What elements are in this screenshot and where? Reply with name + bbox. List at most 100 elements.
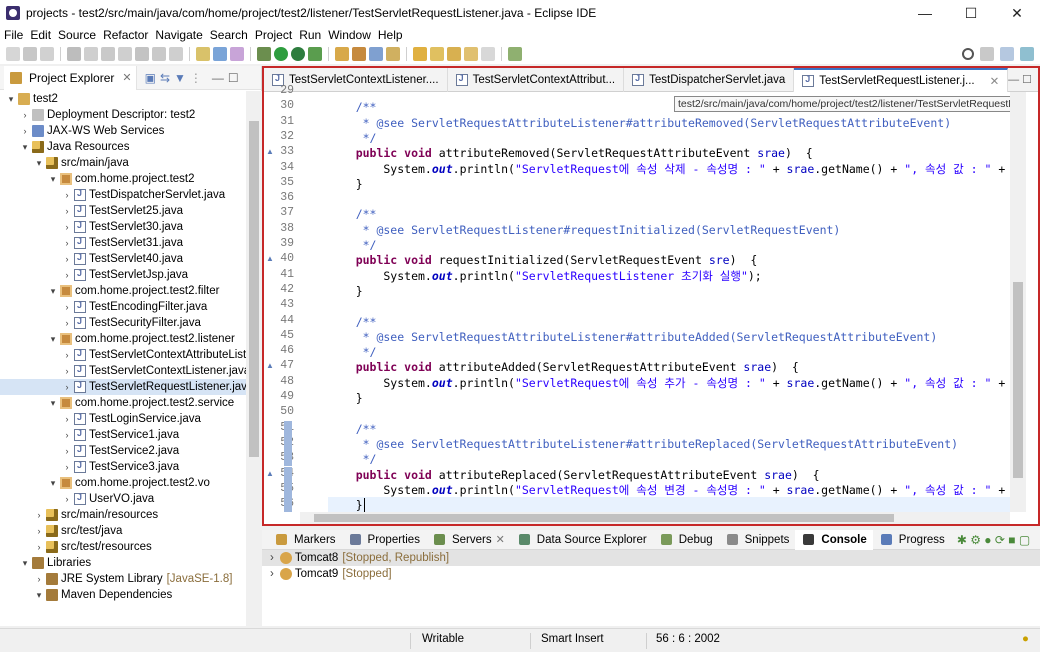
tab-markers[interactable]: Markers [268, 530, 342, 550]
view-menu-icon[interactable]: ⋮ [190, 71, 202, 85]
tree-item[interactable]: › TestServlet40.java [0, 251, 246, 267]
tree-item[interactable]: ▾ com.home.project.test2.filter [0, 283, 246, 299]
menu-project[interactable]: Project [255, 28, 292, 42]
tree-item[interactable]: ▾ test2 [0, 91, 246, 107]
tree-item[interactable]: › src/main/resources [0, 507, 246, 523]
tab-debug[interactable]: Debug [653, 530, 719, 550]
menu-run[interactable]: Run [299, 28, 321, 42]
search-icon[interactable] [962, 48, 974, 60]
tree-item[interactable]: › UserVO.java [0, 491, 246, 507]
twisty-icon[interactable]: › [34, 510, 44, 520]
twisty-icon[interactable]: › [34, 574, 44, 584]
twisty-icon[interactable]: › [20, 126, 30, 136]
twisty-icon[interactable]: › [62, 494, 72, 504]
menu-edit[interactable]: Edit [30, 28, 51, 42]
editor-horizontal-scroll-thumb[interactable] [314, 514, 894, 522]
new-java-project-icon[interactable] [335, 47, 349, 61]
twisty-icon[interactable]: ▾ [6, 94, 16, 105]
tree-item[interactable]: ▾ com.home.project.test2.listener [0, 331, 246, 347]
expand-icon[interactable]: › [270, 552, 274, 564]
close-icon[interactable]: ✕ [990, 74, 1000, 88]
menu-refactor[interactable]: Refactor [103, 28, 148, 42]
twisty-icon[interactable]: › [62, 382, 72, 392]
step-return-icon[interactable] [169, 47, 183, 61]
twisty-icon[interactable]: ▾ [48, 398, 58, 409]
tree-item[interactable]: › TestServletJsp.java [0, 267, 246, 283]
twisty-icon[interactable]: › [62, 430, 72, 440]
twisty-icon[interactable]: › [34, 526, 44, 536]
tree-item[interactable]: › TestServlet31.java [0, 235, 246, 251]
tree-item[interactable]: › TestService2.java [0, 443, 246, 459]
close-icon[interactable]: ✕ [122, 71, 131, 84]
twisty-icon[interactable]: › [62, 206, 72, 216]
skip-breakpoints-icon[interactable] [67, 47, 81, 61]
external-tools-icon[interactable] [308, 47, 322, 61]
tree-item[interactable]: › TestDispatcherServlet.java [0, 187, 246, 203]
twisty-icon[interactable]: ▾ [34, 590, 44, 601]
forward-icon[interactable] [481, 47, 495, 61]
tree-item[interactable]: › Deployment Descriptor: test2 [0, 107, 246, 123]
tab-progress[interactable]: Progress [873, 530, 951, 550]
menu-search[interactable]: Search [210, 28, 248, 42]
twisty-icon[interactable]: › [62, 302, 72, 312]
menu-help[interactable]: Help [378, 28, 403, 42]
collapse-all-icon[interactable]: ▣ [145, 71, 156, 85]
twisty-icon[interactable]: ▾ [20, 558, 30, 569]
twisty-icon[interactable]: › [34, 542, 44, 552]
twisty-icon[interactable]: ▾ [48, 334, 58, 345]
tree-item[interactable]: › JRE System Library [JavaSE-1.8] [0, 571, 246, 587]
twisty-icon[interactable]: › [62, 190, 72, 200]
maximize-view-icon[interactable]: ☐ [228, 71, 239, 85]
last-edit-location-icon[interactable] [447, 47, 461, 61]
tree-item[interactable]: › TestServletContextListener.java [0, 363, 246, 379]
editor-vertical-scroll-thumb[interactable] [1013, 282, 1023, 478]
disconnect-icon[interactable] [118, 47, 132, 61]
java-ee-perspective-icon[interactable] [1000, 47, 1014, 61]
twisty-icon[interactable]: › [62, 238, 72, 248]
link-editor-icon[interactable]: ⇆ [160, 71, 170, 85]
minimize-view-icon[interactable]: — [212, 71, 224, 85]
tree-item[interactable]: › TestServletRequestListener.java [0, 379, 246, 395]
tree-item[interactable]: › JAX-WS Web Services [0, 123, 246, 139]
tip-lightbulb-icon[interactable]: ● [1022, 633, 1029, 645]
twisty-icon[interactable]: › [20, 110, 30, 120]
open-type-icon[interactable] [386, 47, 400, 61]
suspend-icon[interactable] [84, 47, 98, 61]
tree-item[interactable]: › TestService3.java [0, 459, 246, 475]
tab-snippets[interactable]: Snippets [719, 530, 796, 550]
twisty-icon[interactable]: ▾ [48, 286, 58, 297]
debug-icon[interactable] [257, 47, 271, 61]
close-button[interactable]: ✕ [994, 0, 1040, 26]
terminate-icon[interactable] [101, 47, 115, 61]
twisty-icon[interactable]: › [62, 350, 72, 360]
tree-item[interactable]: ▾ Java Resources [0, 139, 246, 155]
server-item[interactable]: › Tomcat9 [Stopped] [262, 566, 1040, 582]
tree-item[interactable]: ▾ src/main/java [0, 155, 246, 171]
tree-item[interactable]: ▾ com.home.project.test2 [0, 171, 246, 187]
tree-item[interactable]: › TestService1.java [0, 427, 246, 443]
tab-data-source-explorer[interactable]: Data Source Explorer [511, 530, 653, 550]
next-annotation-icon[interactable] [413, 47, 427, 61]
back-icon[interactable] [464, 47, 478, 61]
tree-item[interactable]: ▾ Libraries [0, 555, 246, 571]
tab-console[interactable]: Console [795, 529, 873, 550]
tree-item[interactable]: ▾ com.home.project.test2.vo [0, 475, 246, 491]
tree-item[interactable]: › src/test/java [0, 523, 246, 539]
tab-properties[interactable]: Properties [342, 530, 426, 550]
editor-tab[interactable]: TestServletContextAttribut... [448, 68, 625, 92]
tree-item[interactable]: ▾ com.home.project.test2.service [0, 395, 246, 411]
tree-item[interactable]: ▾ Maven Dependencies [0, 587, 246, 603]
twisty-icon[interactable]: › [62, 270, 72, 280]
filter-icon[interactable]: ▼ [174, 71, 186, 85]
new-package-icon[interactable] [352, 47, 366, 61]
twisty-icon[interactable]: › [62, 222, 72, 232]
debug-perspective-icon[interactable] [1020, 47, 1034, 61]
editor-horizontal-scrollbar[interactable] [300, 512, 1010, 524]
twisty-icon[interactable]: ▾ [48, 174, 58, 185]
tree-item[interactable]: › TestLoginService.java [0, 411, 246, 427]
twisty-icon[interactable]: ▾ [20, 142, 30, 153]
tree-item[interactable]: › TestEncodingFilter.java [0, 299, 246, 315]
new-class-icon[interactable] [369, 47, 383, 61]
tree-item[interactable]: › TestSecurityFilter.java [0, 315, 246, 331]
editor-vertical-scrollbar[interactable] [1010, 92, 1026, 512]
